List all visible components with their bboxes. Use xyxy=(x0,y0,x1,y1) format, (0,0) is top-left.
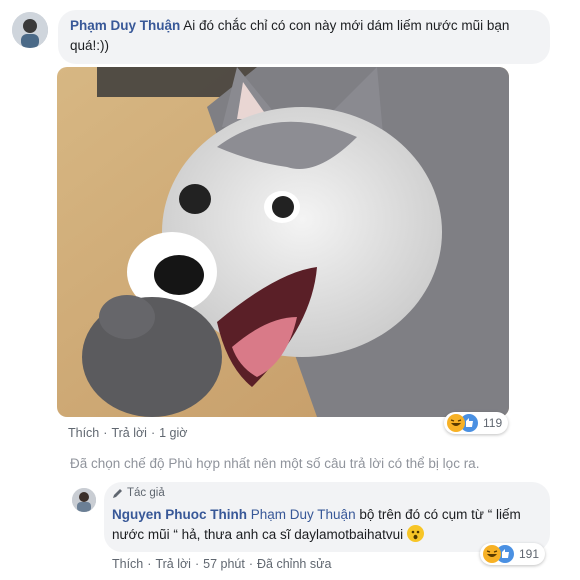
reply-actions: Thích · Trả lời · 57 phút · Đã chỉnh sửa xyxy=(112,557,332,571)
haha-icon xyxy=(447,414,465,432)
filter-note: Đã chọn chế độ Phù hợp nhất nên một số c… xyxy=(70,456,480,471)
pen-icon xyxy=(113,489,122,498)
grimace-emoji-icon xyxy=(406,525,424,542)
reply-timestamp[interactable]: 57 phút xyxy=(203,557,245,571)
reaction-count: 191 xyxy=(519,547,540,561)
reaction-count: 119 xyxy=(483,416,503,430)
haha-icon xyxy=(483,545,501,563)
comment-bubble: Phạm Duy Thuận Ai đó chắc chỉ có con này… xyxy=(58,10,550,64)
like-link[interactable]: Thích xyxy=(68,426,99,440)
comment-image[interactable] xyxy=(57,67,509,417)
reply-mention[interactable]: Phạm Duy Thuận xyxy=(251,507,356,522)
edited-label[interactable]: Đã chỉnh sửa xyxy=(257,557,331,571)
commenter-avatar[interactable] xyxy=(12,12,48,48)
reply-bubble: Tác giả Nguyen Phuoc Thinh Phạm Duy Thuậ… xyxy=(104,482,550,552)
reply-author[interactable]: Nguyen Phuoc Thinh xyxy=(112,507,247,522)
comment-actions: Thích · Trả lời · 1 giờ xyxy=(68,426,188,440)
replier-avatar[interactable] xyxy=(72,488,96,512)
reply-reactions[interactable]: 191 xyxy=(480,543,546,565)
comment-author[interactable]: Phạm Duy Thuận xyxy=(70,18,180,33)
reply-reply-link[interactable]: Trả lời xyxy=(155,557,191,571)
reply-link[interactable]: Trả lời xyxy=(111,426,147,440)
comment-reactions[interactable]: 119 xyxy=(444,412,509,434)
timestamp[interactable]: 1 giờ xyxy=(159,426,187,440)
reply-like-link[interactable]: Thích xyxy=(112,557,143,571)
author-badge: Tác giả xyxy=(112,487,165,499)
